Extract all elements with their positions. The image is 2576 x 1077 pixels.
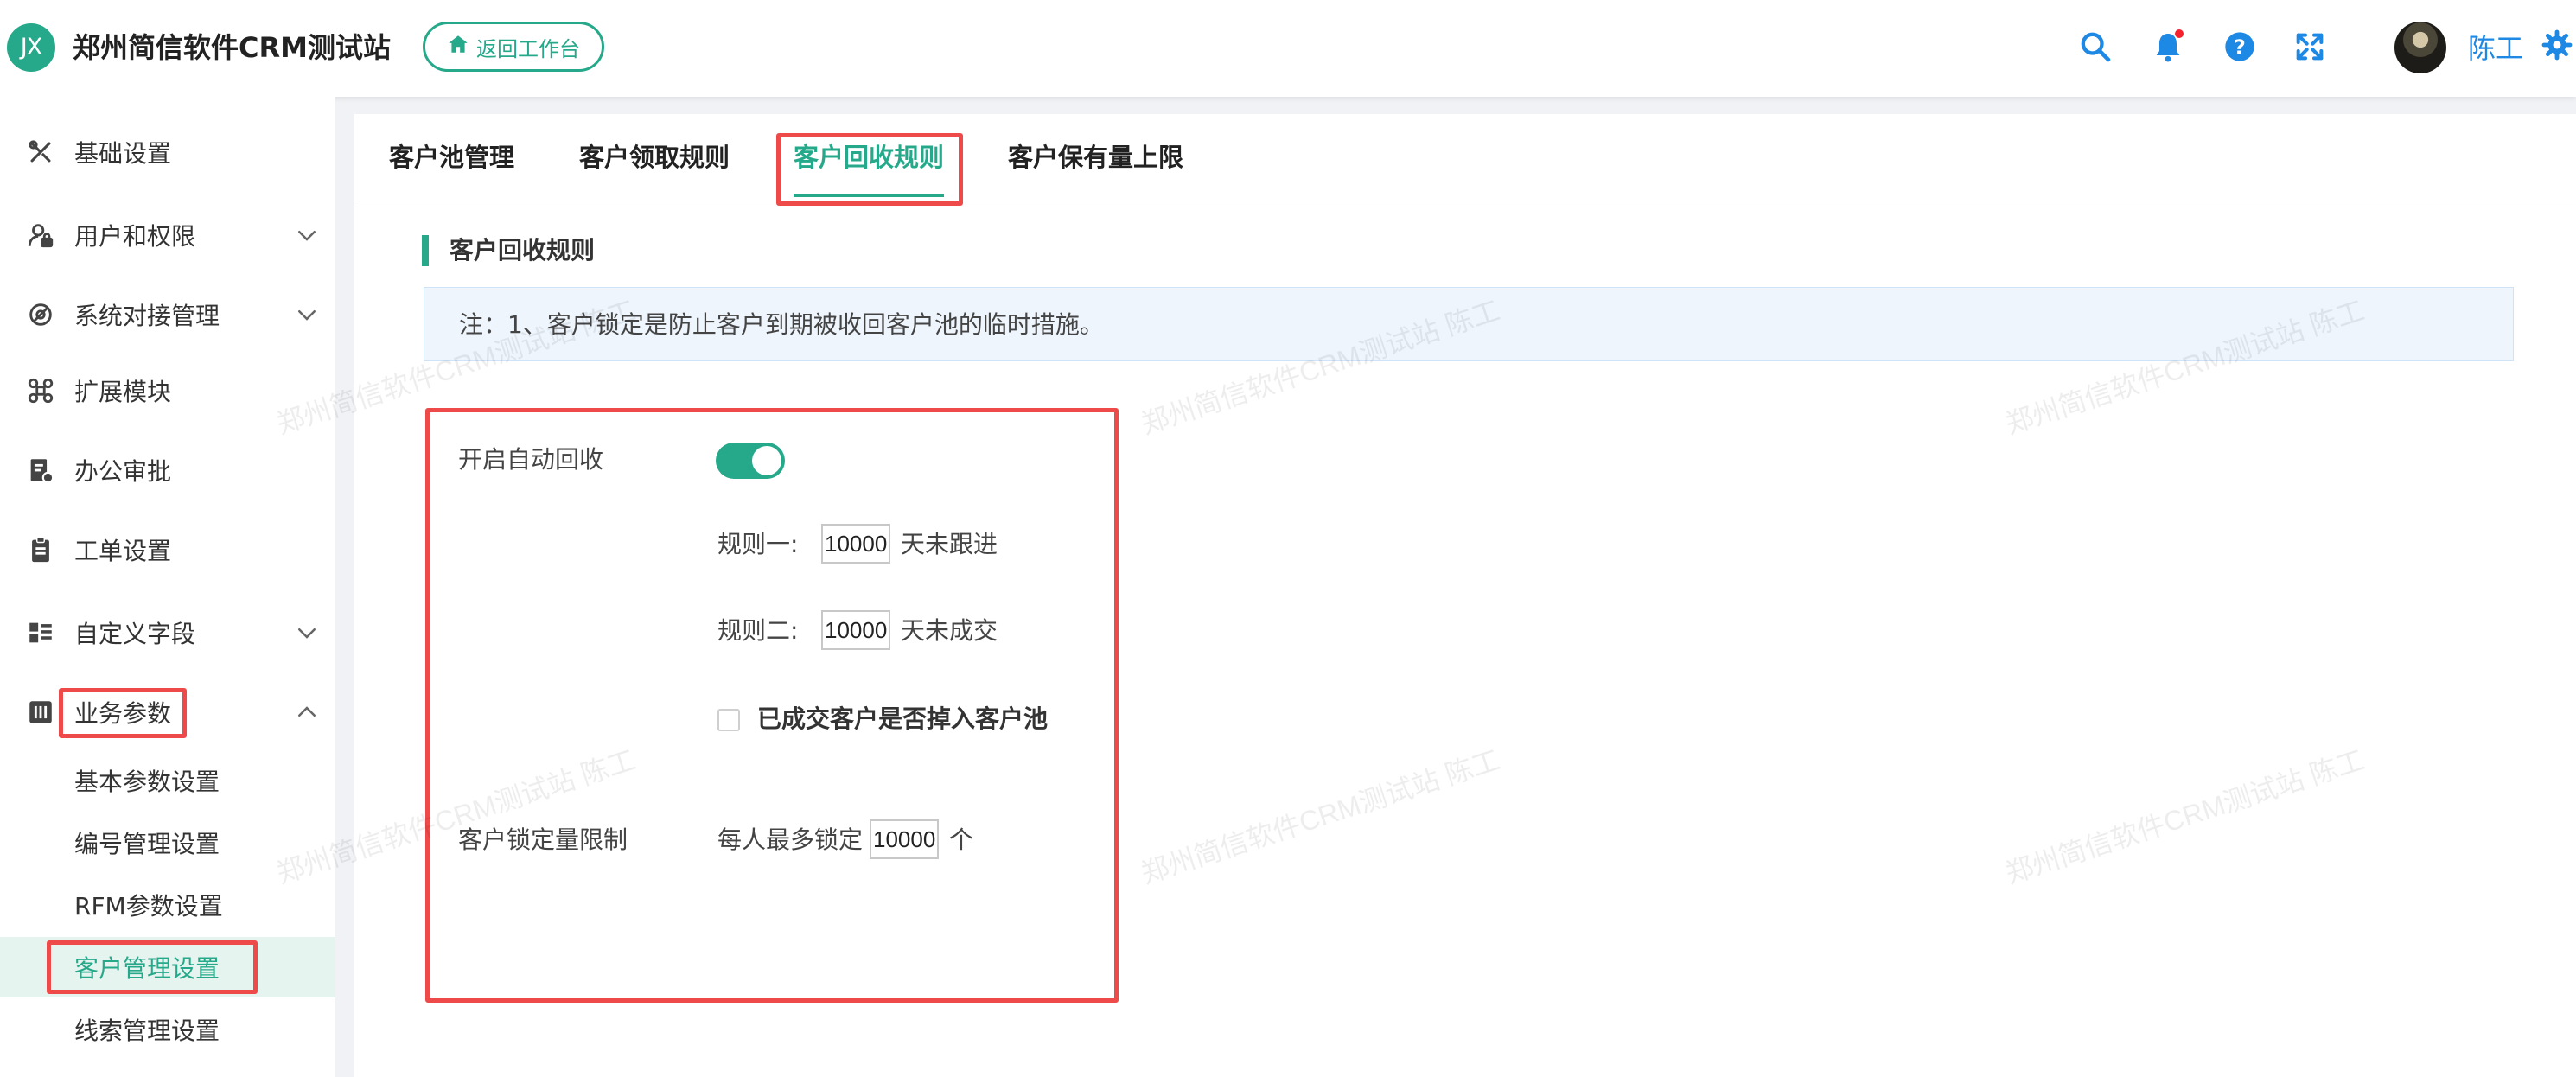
help-icon[interactable]: ?	[2222, 29, 2257, 64]
bell-icon[interactable]	[2151, 29, 2185, 64]
home-icon	[447, 33, 469, 61]
tab-retention-limit[interactable]: 客户保有量上限	[1008, 140, 1183, 175]
sidebar-item-custom-fields[interactable]: 自定义字段	[0, 598, 335, 667]
back-to-workbench-button[interactable]: 返回工作台	[423, 22, 604, 72]
section-title: 客户回收规则	[422, 235, 595, 266]
tab-customer-pool[interactable]: 客户池管理	[389, 140, 514, 175]
sidebar-item-label: 自定义字段	[74, 620, 196, 648]
tab-claim-rules[interactable]: 客户领取规则	[579, 140, 730, 175]
avatar[interactable]	[2394, 22, 2446, 73]
sidebar-item-basic-settings[interactable]: 基础设置	[0, 118, 335, 187]
sub-item-label: 基本参数设置	[74, 768, 220, 796]
highlight-box	[776, 133, 963, 206]
wrench-icon	[26, 137, 55, 167]
highlight-box	[59, 688, 187, 738]
sub-item-basic-params[interactable]: 基本参数设置	[0, 750, 335, 811]
svg-text:?: ?	[2234, 35, 2246, 59]
app-logo[interactable]: JX	[7, 23, 55, 72]
sub-item-lead-management[interactable]: 线索管理设置	[0, 999, 335, 1060]
sub-item-numbering[interactable]: 编号管理设置	[0, 813, 335, 873]
sidebar-item-system-integration[interactable]: 系统对接管理	[0, 280, 335, 349]
chevron-down-icon	[294, 222, 320, 248]
sidebar-item-label: 扩展模块	[74, 378, 172, 406]
link-icon	[26, 300, 55, 329]
sliders-icon	[26, 698, 55, 727]
sidebar-item-label: 基础设置	[74, 139, 172, 168]
chevron-down-icon	[294, 620, 320, 646]
sub-item-label: 编号管理设置	[74, 830, 220, 858]
chevron-down-icon	[294, 302, 320, 328]
sidebar-item-users-permissions[interactable]: 用户和权限	[0, 201, 335, 270]
main-content: 客户池管理 客户领取规则 客户回收规则 客户保有量上限 客户回收规则 注：1、客…	[354, 114, 2576, 1077]
sidebar-item-office-approval[interactable]: 办公审批	[0, 436, 335, 505]
chevron-up-icon	[294, 699, 320, 725]
top-header: JX 郑州简信软件CRM测试站 返回工作台 ? 陈工	[0, 0, 2576, 97]
note-text: 注：1、客户锁定是防止客户到期被收回客户池的临时措施。	[459, 310, 1104, 339]
user-name[interactable]: 陈工	[2468, 29, 2523, 67]
highlight-box	[47, 940, 258, 994]
sidebar-item-label: 办公审批	[74, 457, 172, 486]
sub-item-rfm-params[interactable]: RFM参数设置	[0, 875, 335, 935]
back-button-label: 返回工作台	[476, 36, 580, 61]
sidebar-item-ticket-settings[interactable]: 工单设置	[0, 515, 335, 584]
gear-icon[interactable]	[2541, 29, 2573, 61]
clipboard-icon	[26, 535, 55, 564]
sidebar-item-label: 系统对接管理	[74, 302, 220, 330]
sidebar: 基础设置 用户和权限 系统对接管理 扩展模块 办公审批 工单设置 自定义字段 业…	[0, 97, 335, 1077]
sidebar-item-label: 工单设置	[74, 537, 172, 565]
fullscreen-icon[interactable]	[2292, 29, 2327, 64]
sub-item-label: RFM参数设置	[74, 892, 223, 921]
user-lock-icon	[26, 220, 55, 250]
tab-bar: 客户池管理 客户领取规则 客户回收规则 客户保有量上限	[354, 114, 2576, 201]
fields-icon	[26, 618, 55, 647]
approval-icon	[26, 456, 55, 485]
sidebar-item-label: 用户和权限	[74, 222, 196, 251]
info-note: 注：1、客户锁定是防止客户到期被收回客户池的临时措施。	[424, 287, 2514, 361]
app-title: 郑州简信软件CRM测试站	[73, 31, 391, 64]
sidebar-item-extension-modules[interactable]: 扩展模块	[0, 356, 335, 425]
sub-item-label: 线索管理设置	[74, 1016, 220, 1045]
highlight-box	[425, 408, 1119, 1003]
notification-dot	[2175, 29, 2184, 38]
command-icon	[26, 376, 55, 405]
search-icon[interactable]	[2078, 29, 2113, 64]
